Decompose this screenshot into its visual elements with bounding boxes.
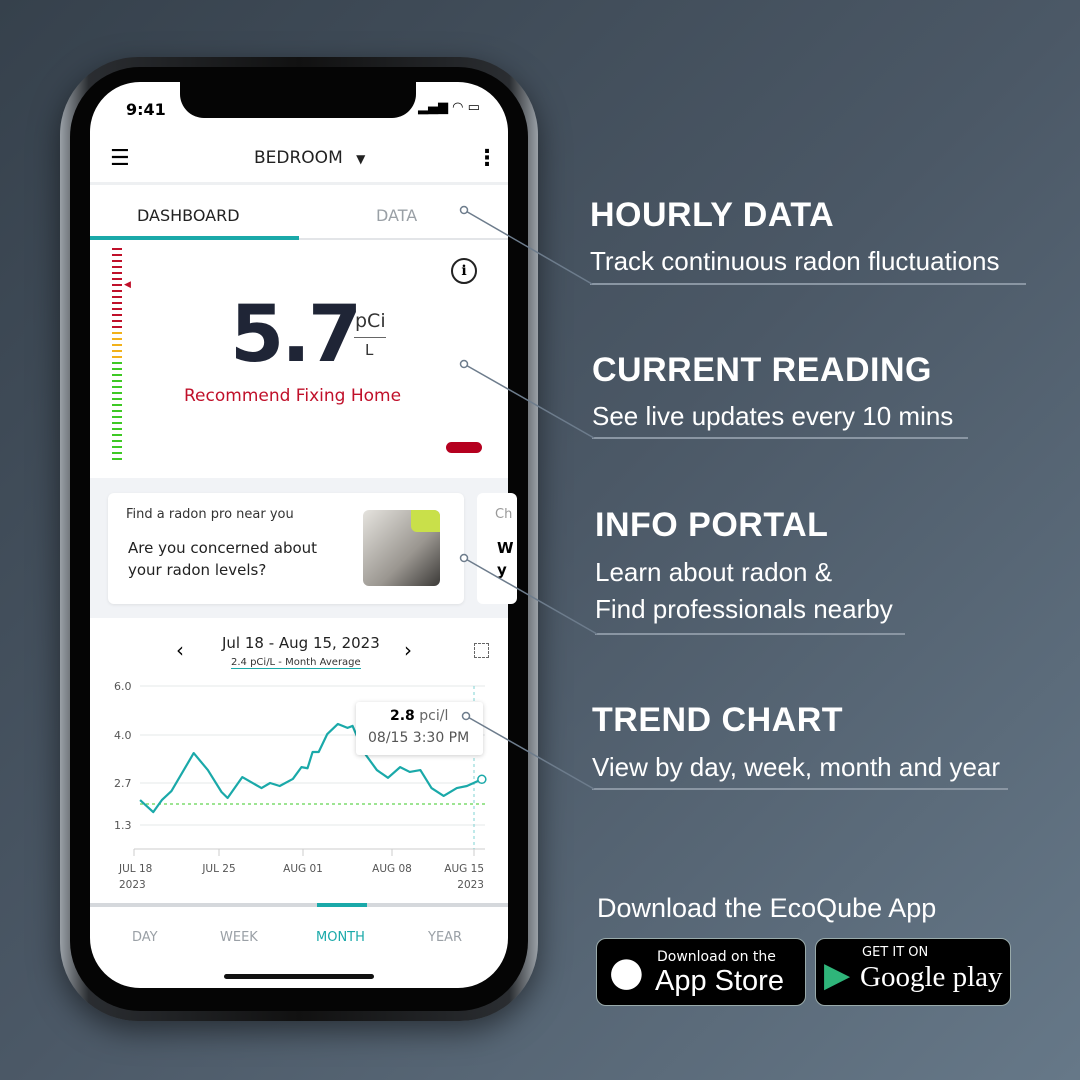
app-store-big-text: App Store bbox=[655, 965, 784, 997]
x-tick-year: 2023 bbox=[457, 879, 484, 891]
period-tab-year[interactable]: YEAR bbox=[428, 930, 462, 945]
annotation-title: INFO PORTAL bbox=[595, 506, 829, 544]
period-tab-week[interactable]: WEEK bbox=[220, 930, 258, 945]
y-tick-label: 4.0 bbox=[114, 729, 132, 742]
home-indicator bbox=[224, 974, 374, 979]
google-big-text: Google play bbox=[860, 961, 1003, 993]
tooltip-time: 08/15 3:30 PM bbox=[368, 730, 470, 746]
app-store-small-text: Download on the bbox=[657, 949, 776, 965]
y-tick-label: 1.3 bbox=[114, 819, 132, 832]
annotation-title: TREND CHART bbox=[592, 701, 844, 739]
x-tick-label: AUG 01 bbox=[283, 863, 323, 875]
period-tab-month[interactable]: MONTH bbox=[316, 930, 365, 945]
x-tick-label: JUL 18 bbox=[118, 863, 152, 875]
tooltip-value: 2.8 bbox=[390, 708, 415, 724]
y-tick-label: 2.7 bbox=[114, 777, 132, 790]
annotation-underline bbox=[592, 437, 968, 439]
annotation-title: HOURLY DATA bbox=[590, 196, 835, 234]
google-play-button[interactable]: ▶ GET IT ON Google play bbox=[815, 938, 1011, 1006]
x-tick-label: JUL 25 bbox=[201, 863, 235, 875]
y-tick-label: 6.0 bbox=[114, 680, 132, 693]
period-tab-day[interactable]: DAY bbox=[132, 930, 158, 945]
annotation-title: CURRENT READING bbox=[592, 351, 932, 389]
google-small-text: GET IT ON bbox=[862, 945, 929, 960]
annotation-underline bbox=[595, 633, 905, 635]
annotation-text: Find professionals nearby bbox=[595, 594, 893, 624]
annotation-text: Track continuous radon fluctuations bbox=[590, 246, 1000, 276]
annotation-text: View by day, week, month and year bbox=[592, 752, 1001, 782]
x-tick-year: 2023 bbox=[119, 879, 146, 891]
annotation-text: Learn about radon & bbox=[595, 557, 833, 587]
annotation-underline bbox=[592, 788, 1008, 790]
period-tab-track bbox=[90, 903, 508, 907]
chart-tooltip: 2.8 pci/l 08/15 3:30 PM bbox=[356, 702, 483, 755]
annotation-underline bbox=[590, 283, 1026, 285]
annotation-text: See live updates every 10 mins bbox=[592, 401, 954, 431]
download-heading: Download the EcoQube App bbox=[597, 893, 937, 923]
google-play-icon: ▶ bbox=[824, 955, 851, 995]
app-store-button[interactable]: ● Download on the App Store bbox=[596, 938, 806, 1006]
x-tick-label: AUG 15 bbox=[444, 863, 484, 875]
period-tab-indicator bbox=[317, 903, 367, 907]
tooltip-unit: pci/l bbox=[419, 708, 449, 724]
x-tick-label: AUG 08 bbox=[372, 863, 412, 875]
data-point bbox=[477, 774, 487, 785]
apple-icon: ● bbox=[609, 949, 644, 995]
